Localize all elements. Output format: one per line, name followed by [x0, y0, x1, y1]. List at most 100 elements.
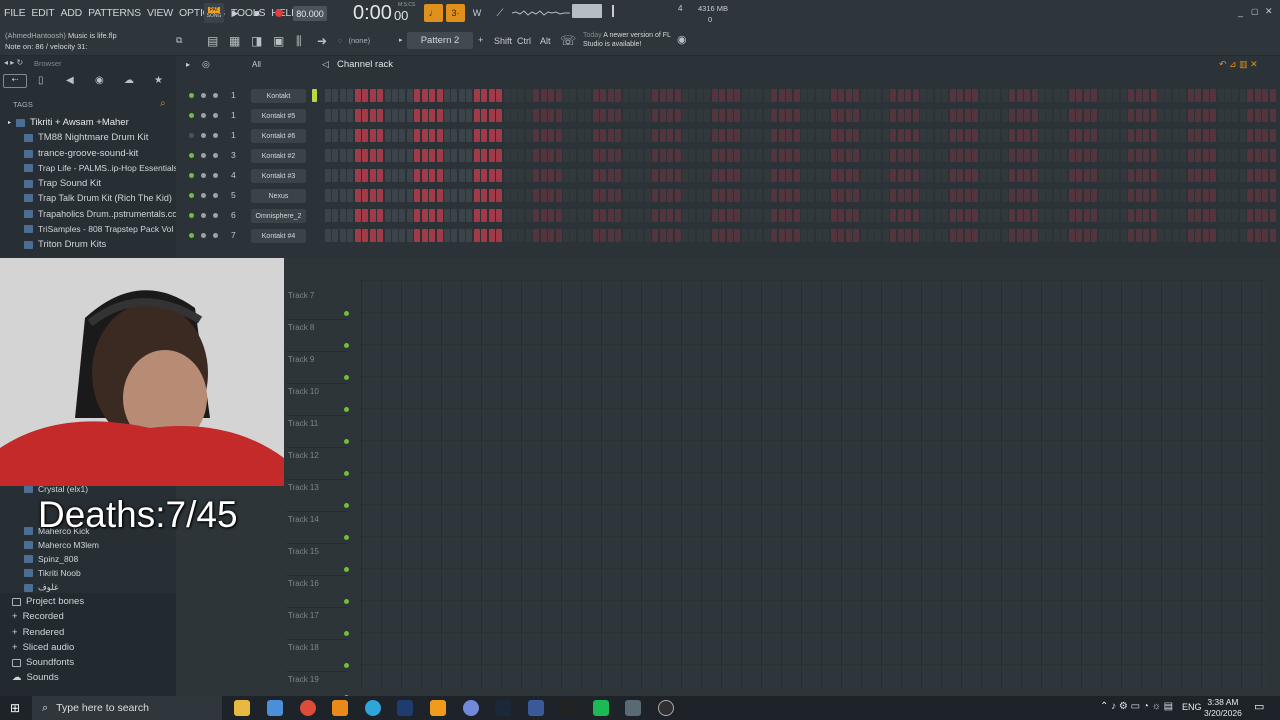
step-button[interactable] — [711, 149, 718, 162]
step-button[interactable] — [570, 189, 577, 202]
step-button[interactable] — [577, 229, 584, 242]
step-button[interactable] — [451, 129, 458, 142]
step-button[interactable] — [1076, 229, 1083, 242]
step-button[interactable] — [1172, 129, 1179, 142]
step-button[interactable] — [607, 89, 614, 102]
step-button[interactable] — [793, 149, 800, 162]
step-button[interactable] — [525, 189, 532, 202]
step-button[interactable] — [414, 169, 421, 182]
step-button[interactable] — [444, 89, 450, 102]
step-button[interactable] — [525, 89, 532, 102]
step-button[interactable] — [1158, 129, 1164, 142]
step-button[interactable] — [555, 169, 562, 182]
step-button[interactable] — [882, 209, 889, 222]
step-button[interactable] — [1224, 209, 1231, 222]
step-button[interactable] — [667, 89, 674, 102]
step-button[interactable] — [503, 229, 510, 242]
step-button[interactable] — [1031, 129, 1038, 142]
step-button[interactable] — [704, 129, 711, 142]
step-button[interactable] — [726, 229, 733, 242]
step-button[interactable] — [414, 209, 421, 222]
step-button[interactable] — [1269, 149, 1276, 162]
step-button[interactable] — [1195, 109, 1202, 122]
step-button[interactable] — [496, 169, 503, 182]
step-button[interactable] — [1150, 129, 1157, 142]
step-button[interactable] — [830, 89, 837, 102]
step-button[interactable] — [682, 129, 688, 142]
step-button[interactable] — [339, 129, 346, 142]
step-button[interactable] — [555, 129, 562, 142]
step-button[interactable] — [815, 169, 822, 182]
step-button[interactable] — [897, 149, 904, 162]
step-button[interactable] — [808, 89, 815, 102]
step-button[interactable] — [1113, 89, 1120, 102]
step-button[interactable] — [756, 129, 763, 142]
playlist-track-header[interactable]: Track 16 — [286, 576, 349, 608]
step-button[interactable] — [1009, 189, 1016, 202]
step-button[interactable] — [525, 109, 532, 122]
step-button[interactable] — [912, 129, 919, 142]
step-button[interactable] — [704, 109, 711, 122]
step-button[interactable] — [347, 89, 354, 102]
step-button[interactable] — [347, 229, 354, 242]
step-button[interactable] — [890, 129, 897, 142]
step-button[interactable] — [696, 149, 703, 162]
step-button[interactable] — [533, 169, 540, 182]
step-button[interactable] — [652, 229, 659, 242]
capcut-icon[interactable] — [561, 700, 577, 716]
step-button[interactable] — [615, 89, 622, 102]
step-button[interactable] — [1202, 169, 1209, 182]
step-button[interactable] — [830, 129, 837, 142]
step-button[interactable] — [667, 109, 674, 122]
step-button[interactable] — [756, 189, 763, 202]
channel-mute-led[interactable] — [189, 193, 194, 198]
step-button[interactable] — [421, 209, 428, 222]
step-button[interactable] — [689, 89, 696, 102]
step-button[interactable] — [1068, 229, 1075, 242]
step-button[interactable] — [1083, 229, 1090, 242]
step-button[interactable] — [1247, 189, 1254, 202]
step-button[interactable] — [1247, 209, 1254, 222]
step-button[interactable] — [347, 109, 354, 122]
step-button[interactable] — [600, 229, 607, 242]
step-button[interactable] — [607, 129, 614, 142]
step-button[interactable] — [384, 209, 391, 222]
step-button[interactable] — [607, 169, 614, 182]
step-button[interactable] — [384, 149, 391, 162]
step-button[interactable] — [1217, 129, 1224, 142]
step-button[interactable] — [1165, 129, 1172, 142]
step-button[interactable] — [391, 149, 398, 162]
favorites-tab-icon[interactable]: ★ — [154, 75, 163, 86]
step-button[interactable] — [1039, 129, 1045, 142]
step-button[interactable] — [927, 189, 934, 202]
step-button[interactable] — [786, 189, 793, 202]
channel-pan-knob[interactable] — [201, 133, 206, 138]
step-button[interactable] — [362, 149, 369, 162]
step-button[interactable] — [674, 129, 681, 142]
step-button[interactable] — [875, 129, 882, 142]
step-button[interactable] — [927, 149, 934, 162]
step-button[interactable] — [347, 209, 354, 222]
step-button[interactable] — [674, 169, 681, 182]
step-button[interactable] — [444, 229, 450, 242]
step-button[interactable] — [972, 129, 979, 142]
track-mute-led[interactable] — [344, 599, 349, 604]
files-tab-icon[interactable]: ▯ — [38, 75, 44, 86]
folder-sliced-audio[interactable]: + Sliced audio — [12, 642, 74, 653]
step-button[interactable] — [882, 189, 889, 202]
step-button[interactable] — [830, 149, 837, 162]
clock[interactable]: 3:38 AM 3/20/2026 — [1204, 697, 1242, 719]
step-button[interactable] — [734, 209, 741, 222]
step-button[interactable] — [332, 129, 339, 142]
step-button[interactable] — [570, 129, 577, 142]
step-button[interactable] — [815, 129, 822, 142]
step-button[interactable] — [1135, 149, 1142, 162]
step-button[interactable] — [436, 169, 443, 182]
step-button[interactable] — [466, 189, 473, 202]
track-mute-led[interactable] — [344, 439, 349, 444]
windows-start-icon[interactable]: ⊞ — [10, 701, 20, 715]
piano-roll-icon[interactable]: ▦ — [229, 34, 240, 48]
step-button[interactable] — [615, 169, 622, 182]
step-button[interactable] — [801, 89, 807, 102]
step-button[interactable] — [585, 229, 592, 242]
